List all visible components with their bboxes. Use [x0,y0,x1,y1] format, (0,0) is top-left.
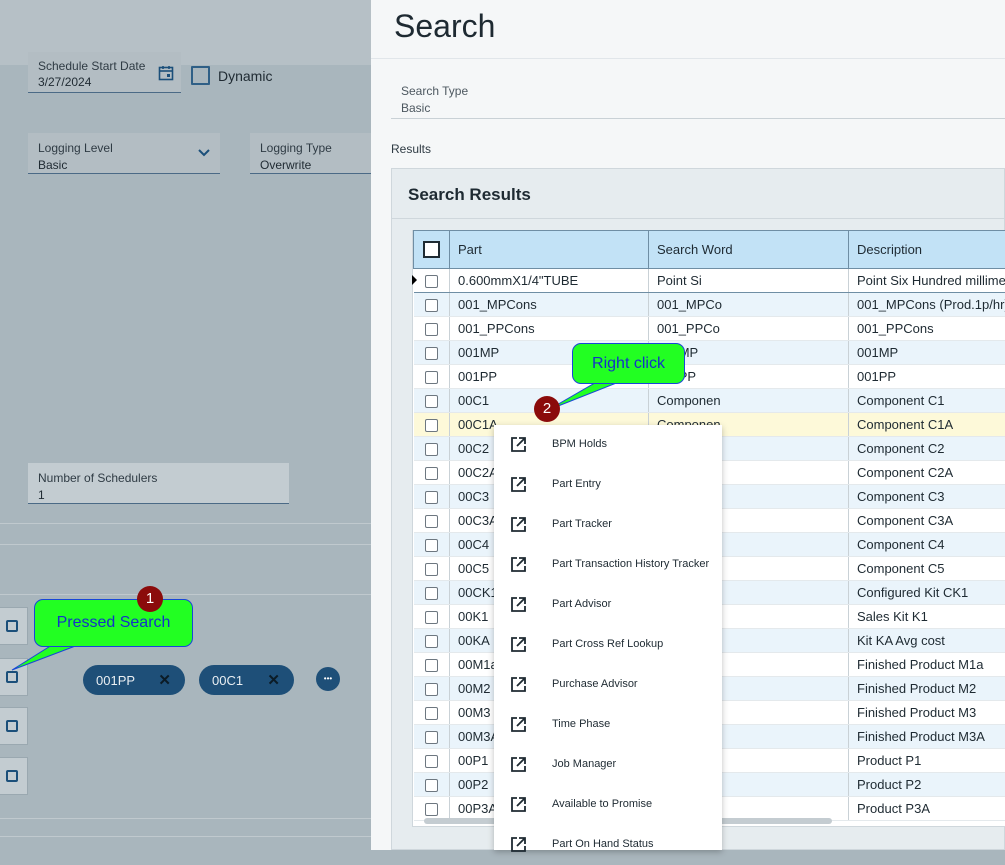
context-menu-item[interactable]: Available to Promise [494,785,722,825]
context-menu-item[interactable]: Time Phase [494,705,722,745]
cell-description: Component C3A [849,509,1005,533]
step-marker: 1 [137,586,163,612]
row-checkbox-cell[interactable] [414,749,450,773]
cell-description: Kit KA Avg cost [849,629,1005,653]
open-in-new-icon [510,756,527,773]
cell-description: Finished Product M3 [849,701,1005,725]
context-menu-item-label: Part On Hand Status [552,838,654,850]
step-marker: 2 [534,396,560,422]
cell-description: Finished Product M2 [849,677,1005,701]
row-checkbox-cell[interactable] [414,797,450,821]
row-checkbox[interactable] [425,779,438,792]
cell-description: 001PP [849,365,1005,389]
cell-description: Product P3A [849,797,1005,821]
cell-description: 001MP [849,341,1005,365]
search-icon [6,770,18,782]
search-button[interactable] [0,707,28,745]
column-header-description[interactable]: Description [849,231,1005,269]
row-checkbox-cell[interactable] [414,725,450,749]
context-menu-item-label: Available to Promise [552,798,652,810]
cell-description: Component C2 [849,437,1005,461]
open-in-new-icon [510,716,527,733]
row-checkbox[interactable] [425,731,438,744]
context-menu-item[interactable]: Job Manager [494,745,722,785]
cell-description: Finished Product M1a [849,653,1005,677]
cell-description: Sales Kit K1 [849,605,1005,629]
cell-description: Product P1 [849,749,1005,773]
section-divider [0,836,371,837]
cell-description: Component C2A [849,461,1005,485]
open-in-new-icon [510,836,527,853]
cell-description: Product P2 [849,773,1005,797]
row-checkbox-cell[interactable] [414,773,450,797]
context-menu-item[interactable]: Part On Hand Status [494,825,722,865]
context-menu-item-label: Time Phase [552,718,610,730]
cell-description: Finished Product M3A [849,725,1005,749]
cell-description: 001_PPCons [849,317,1005,341]
open-in-new-icon [510,796,527,813]
cell-description: Component C5 [849,557,1005,581]
callout-pressed-search: Pressed Search [34,599,193,647]
cell-description: 001_MPCons (Prod.1p/hr) [849,293,1005,317]
row-checkbox[interactable] [425,803,438,816]
search-button[interactable] [0,757,28,795]
cell-description: Configured Kit CK1 [849,581,1005,605]
row-checkbox[interactable] [425,755,438,768]
search-icon [6,720,18,732]
cell-description: Point Six Hundred millime [849,269,1005,293]
callout-right-click: Right click [572,343,685,384]
row-checkbox[interactable] [425,707,438,720]
cell-description: Component C1A [849,413,1005,437]
cell-description: Component C1 [849,389,1005,413]
cell-description: Component C3 [849,485,1005,509]
cell-description: Component C4 [849,533,1005,557]
row-checkbox-cell[interactable] [414,701,450,725]
context-menu-item-label: Job Manager [552,758,616,770]
section-divider [0,818,371,819]
